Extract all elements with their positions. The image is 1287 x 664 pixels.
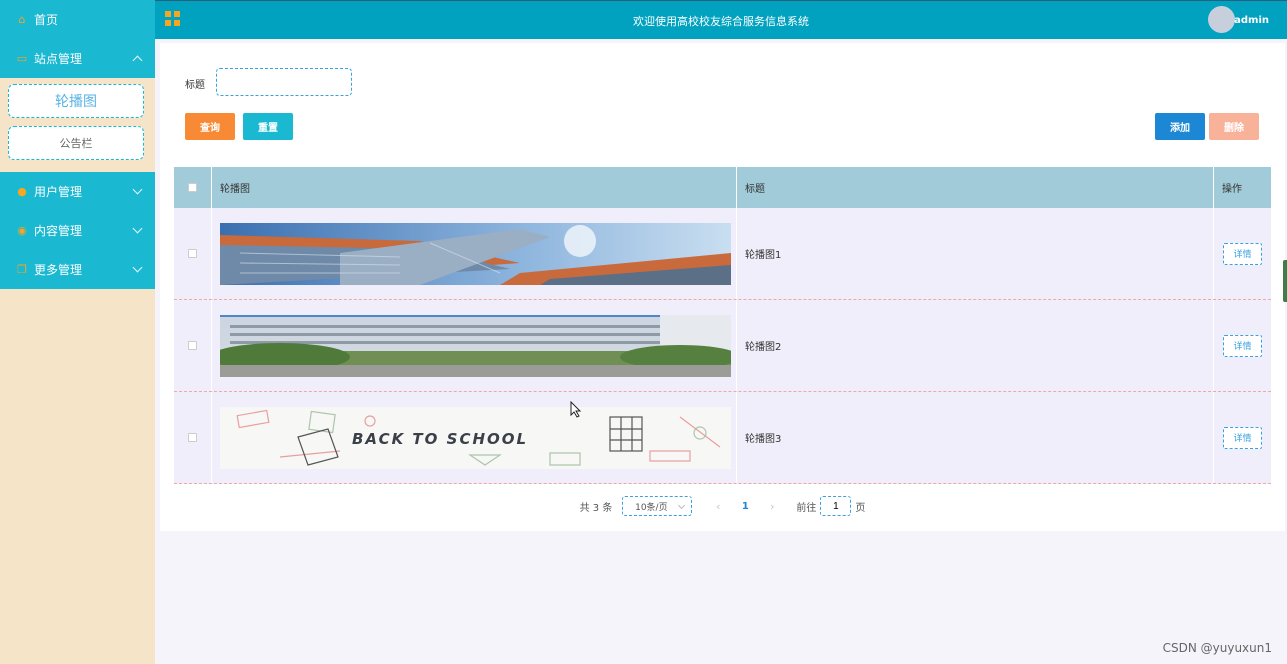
- site-management-submenu: 轮播图 公告栏: [0, 78, 155, 166]
- goto-suffix: 页: [855, 502, 866, 514]
- row-title: 轮播图2: [745, 342, 782, 353]
- table-row: 轮播图2 详情: [174, 300, 1271, 392]
- submenu-item-label: 轮播图: [55, 94, 97, 110]
- row-checkbox-cell: [174, 392, 212, 483]
- username[interactable]: admin: [1234, 15, 1269, 26]
- detail-button[interactable]: 详情: [1223, 242, 1262, 265]
- sidebar-item-content-management[interactable]: ◉ 内容管理: [0, 211, 155, 250]
- row-checkbox[interactable]: [188, 433, 197, 442]
- header-checkbox-cell: [174, 167, 212, 208]
- sidebar-item-label: 内容管理: [34, 224, 83, 238]
- main-panel: 标题 查询 重置 添加 删除 轮播图 标题 操作 轮播图1 详情 轮播图2 详情…: [160, 43, 1285, 531]
- chevron-down-icon: [678, 501, 686, 510]
- table-header: 轮播图 标题 操作: [174, 167, 1271, 208]
- image-cell: BACK TO SCHOOL: [212, 392, 737, 483]
- sidebar-item-label: 站点管理: [34, 52, 83, 66]
- table-row: 轮播图1 详情: [174, 208, 1271, 300]
- submenu-item-label: 公告栏: [59, 137, 93, 150]
- chevron-down-icon: [132, 262, 143, 273]
- row-checkbox[interactable]: [188, 249, 197, 258]
- goto-page-input[interactable]: [820, 496, 852, 516]
- page-size-select[interactable]: 10条/页: [622, 496, 693, 516]
- sidebar-item-user-management[interactable]: ● 用户管理: [0, 172, 155, 211]
- pagination-total: 共 3 条: [579, 502, 613, 514]
- sidebar-item-label: 更多管理: [34, 263, 83, 277]
- prev-page-icon[interactable]: ‹: [708, 500, 728, 513]
- row-checkbox-cell: [174, 208, 212, 299]
- submenu-item-bulletin[interactable]: 公告栏: [8, 126, 144, 160]
- row-title: 轮播图1: [745, 250, 782, 261]
- page-number-current[interactable]: 1: [728, 501, 762, 512]
- scrollbar-handle[interactable]: [1283, 260, 1287, 302]
- reset-button[interactable]: 重置: [243, 113, 293, 140]
- app-title: 欢迎使用高校校友综合服务信息系统: [633, 15, 809, 28]
- action-cell: 详情: [1214, 392, 1271, 483]
- row-checkbox[interactable]: [188, 341, 197, 350]
- delete-button[interactable]: 删除: [1209, 113, 1259, 140]
- pagination: 共 3 条 10条/页 ‹ 1 › 前往 页: [160, 495, 1285, 517]
- title-cell: 轮播图3: [737, 392, 1214, 483]
- search-title-label: 标题: [185, 80, 205, 91]
- monitor-icon: ▭: [16, 52, 28, 65]
- copy-icon: ❐: [17, 263, 27, 276]
- chevron-up-icon: [132, 55, 143, 65]
- banner-text: BACK TO SCHOOL: [352, 430, 528, 448]
- content-icon: ◉: [17, 224, 27, 237]
- action-cell: 详情: [1214, 208, 1271, 299]
- watermark: CSDN @yuyuxun1: [1162, 641, 1272, 655]
- submenu-item-carousel[interactable]: 轮播图: [8, 84, 144, 118]
- sidebar-item-home[interactable]: ⌂ 首页: [0, 0, 155, 39]
- column-header-title[interactable]: 标题: [737, 167, 1214, 208]
- row-checkbox-cell: [174, 300, 212, 391]
- sidebar-item-label: 用户管理: [34, 185, 83, 199]
- detail-button[interactable]: 详情: [1223, 426, 1262, 449]
- search-title-input[interactable]: [216, 68, 352, 96]
- chevron-down-icon: [132, 223, 143, 234]
- user-icon: ●: [17, 185, 27, 198]
- back-to-school-image: BACK TO SCHOOL: [220, 406, 731, 469]
- add-button[interactable]: 添加: [1155, 113, 1205, 140]
- page-size-value: 10条/页: [635, 502, 668, 513]
- action-cell: 详情: [1214, 300, 1271, 391]
- next-page-icon[interactable]: ›: [762, 500, 782, 513]
- query-button[interactable]: 查询: [185, 113, 235, 140]
- detail-button[interactable]: 详情: [1223, 334, 1262, 357]
- sidebar-item-label: 首页: [34, 13, 59, 27]
- sidebar-item-more-management[interactable]: ❐ 更多管理: [0, 250, 155, 289]
- row-title: 轮播图3: [745, 434, 782, 445]
- goto-label: 前往: [796, 502, 817, 514]
- title-cell: 轮播图1: [737, 208, 1214, 299]
- modern-building-image: [220, 222, 731, 285]
- campus-building-image: [220, 314, 731, 377]
- sidebar: ⌂ 首页 ▭ 站点管理 轮播图 公告栏 ● 用户管理 ◉ 内容管理 ❐ 更多管理: [0, 0, 155, 664]
- select-all-checkbox[interactable]: [188, 183, 197, 192]
- carousel-table: 轮播图 标题 操作 轮播图1 详情 轮播图2 详情 BACK TO SCHOOL…: [174, 167, 1271, 484]
- table-row: BACK TO SCHOOL 轮播图3 详情: [174, 392, 1271, 484]
- image-cell: [212, 208, 737, 299]
- mouse-cursor-icon: [570, 401, 582, 418]
- home-icon: ⌂: [18, 13, 26, 26]
- avatar[interactable]: [1208, 6, 1235, 33]
- sidebar-item-site-management[interactable]: ▭ 站点管理: [0, 39, 155, 78]
- column-header-image: 轮播图: [212, 167, 737, 208]
- title-cell: 轮播图2: [737, 300, 1214, 391]
- column-header-action: 操作: [1222, 184, 1242, 195]
- image-cell: [212, 300, 737, 391]
- chevron-down-icon: [132, 184, 143, 195]
- top-bar: 欢迎使用高校校友综合服务信息系统 admin: [155, 0, 1287, 39]
